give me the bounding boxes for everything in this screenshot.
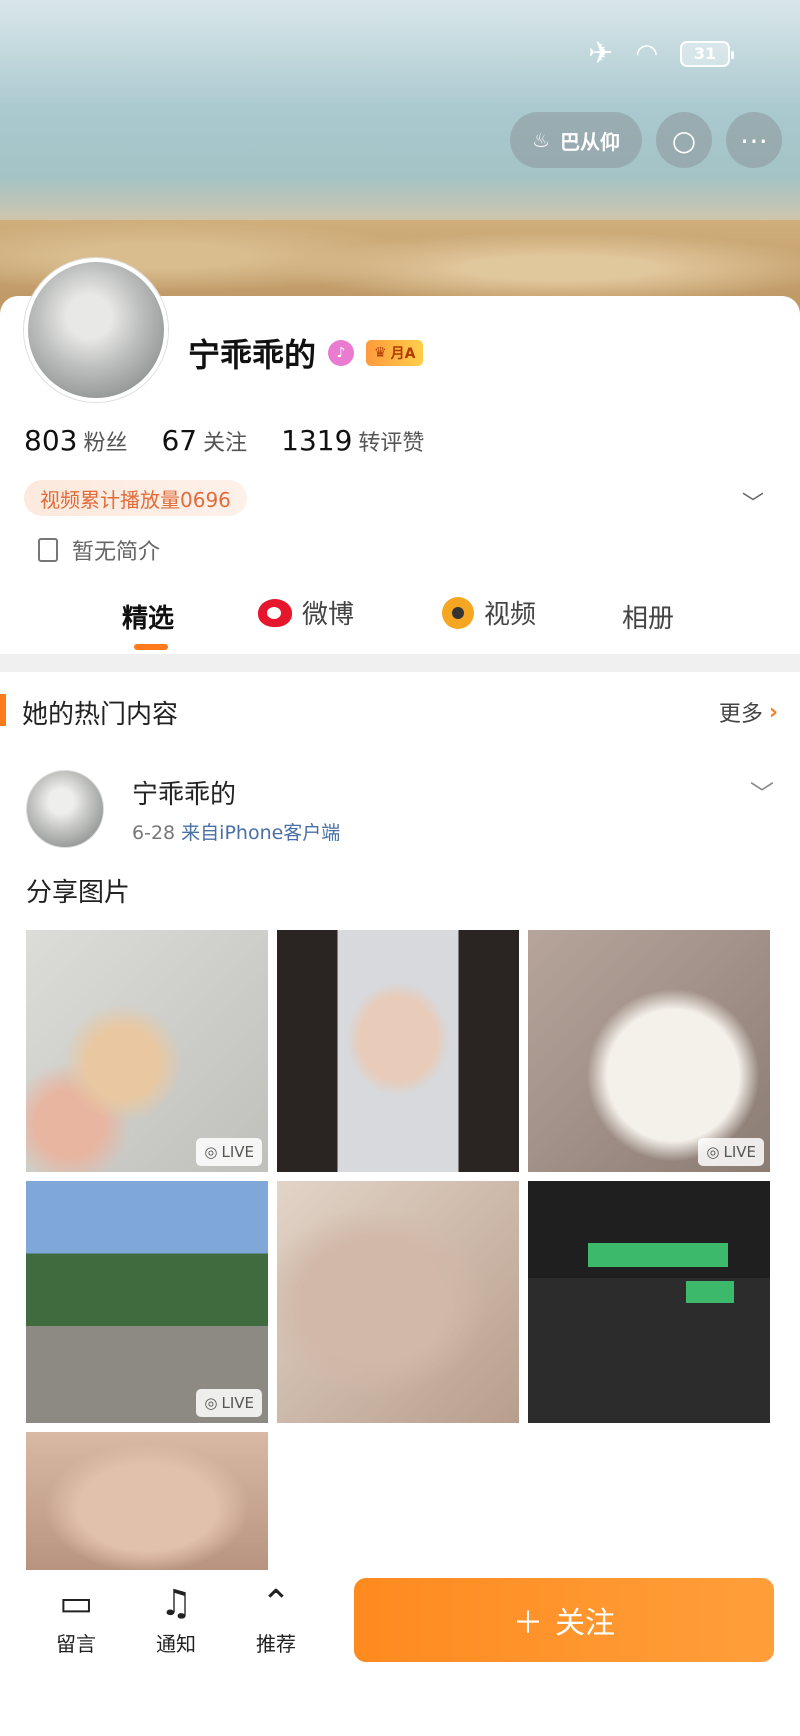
recommend-button[interactable]: ⌃ 推荐: [236, 1580, 316, 1657]
photo-thumbnail[interactable]: ◎ LIVE: [528, 930, 770, 1172]
profile-tabs: 精选 微博 视频 相册: [0, 588, 800, 654]
follow-button[interactable]: ＋ 关注: [354, 1578, 774, 1662]
post-date: 6-28: [132, 822, 176, 844]
live-badge: ◎ LIVE: [196, 1389, 262, 1417]
bell-icon: ♫: [159, 1583, 193, 1624]
bottom-item-label: 留言: [56, 1632, 96, 1656]
live-icon: ◎: [204, 1143, 218, 1161]
live-label: LIVE: [221, 1143, 254, 1161]
profile-stats: 803 粉丝 67 关注 1319 转评赞: [24, 424, 424, 457]
airplane-mode-icon: ✈: [588, 36, 614, 71]
profile-name-row: 宁乖乖的 ♪ ♛ 月A: [188, 330, 424, 376]
stat-label: 转评赞: [358, 431, 425, 456]
play-count-badge[interactable]: 视频累计播放量0696: [24, 480, 247, 516]
vip-icon[interactable]: ♪: [328, 340, 355, 366]
top-actions: ♨ 巴从仰 ○ ⋯: [510, 112, 782, 168]
chevron-down-icon[interactable]: ﹀: [750, 774, 774, 809]
level-badge-label: 月A: [390, 346, 416, 362]
photo-thumbnail[interactable]: [277, 1181, 519, 1423]
bottom-action-bar: ▭ 留言 ♫ 通知 ⌃ 推荐 ＋ 关注: [0, 1570, 800, 1736]
live-label: LIVE: [723, 1143, 756, 1161]
avatar[interactable]: [24, 258, 168, 402]
chevron-down-icon[interactable]: ﹀: [742, 486, 764, 518]
photo-thumbnail[interactable]: ◎ LIVE: [26, 1181, 268, 1423]
photo-thumbnail[interactable]: ◎ LIVE: [26, 930, 268, 1172]
message-button[interactable]: ▭ 留言: [36, 1580, 116, 1657]
ellipsis-icon: ⋯: [740, 123, 768, 157]
stat-number: 1319: [281, 424, 353, 457]
chevron-up-circle-icon: ⌃: [260, 1583, 292, 1624]
section-divider: [0, 654, 800, 672]
weibo-icon: [258, 598, 292, 627]
photo-thumbnail[interactable]: [26, 1432, 268, 1570]
bottom-item-label: 推荐: [256, 1632, 296, 1656]
tab-label: 微博: [302, 600, 355, 630]
live-icon: ◎: [706, 1143, 720, 1161]
level-badge[interactable]: ♛ 月A: [366, 340, 424, 366]
more-label: 更多: [718, 702, 763, 727]
speech-bubble-icon: ▭: [58, 1583, 93, 1624]
plus-icon: ＋: [513, 1606, 543, 1641]
stat-number: 803: [24, 424, 78, 457]
search-icon: ○: [671, 123, 697, 157]
hot-content-title: 她的热门内容: [22, 700, 179, 730]
follow-label: 关注: [555, 1606, 615, 1641]
stat-label: 关注: [203, 431, 248, 456]
search-button[interactable]: ○: [656, 112, 712, 168]
stat-label: 粉丝: [83, 431, 128, 456]
tab-active-indicator: [134, 644, 168, 650]
bio-text: 暂无简介: [72, 540, 161, 565]
live-badge: ◎ LIVE: [196, 1138, 262, 1166]
status-bar: ✈ ◠ 31: [588, 36, 734, 71]
live-badge: ◎ LIVE: [698, 1138, 764, 1166]
battery-indicator: 31: [680, 40, 734, 67]
hot-content-header: 她的热门内容 更多 ›: [0, 672, 800, 746]
notify-button[interactable]: ♫ 通知: [136, 1580, 216, 1657]
wifi-icon: ◠: [635, 38, 658, 69]
stat-number: 67: [161, 424, 198, 457]
flame-icon: ♨: [532, 128, 550, 152]
post-text: 分享图片: [26, 878, 131, 908]
bottom-item-label: 通知: [156, 1632, 196, 1656]
profile-name: 宁乖乖的: [188, 336, 317, 374]
more-link[interactable]: 更多 ›: [719, 696, 778, 728]
chat-bubble-shape: [686, 1281, 734, 1303]
live-label: LIVE: [221, 1394, 254, 1412]
tab-weibo[interactable]: 微博: [258, 594, 354, 631]
visitor-pill-label: 巴从仰: [560, 129, 620, 154]
stat-following[interactable]: 67 关注: [161, 424, 247, 457]
stat-fans[interactable]: 803 粉丝: [24, 424, 127, 457]
photo-thumbnail[interactable]: [277, 930, 519, 1172]
tab-label: 相册: [622, 604, 675, 634]
tab-video[interactable]: 视频: [442, 594, 536, 631]
document-icon: [38, 538, 58, 562]
post-meta: 6-28 来自iPhone客户端: [132, 818, 340, 845]
tab-label: 精选: [122, 604, 175, 634]
post-author-avatar[interactable]: [26, 770, 104, 848]
bio-row[interactable]: 暂无简介: [38, 534, 160, 566]
live-icon: ◎: [204, 1394, 218, 1412]
post-source: 来自iPhone客户端: [181, 822, 341, 844]
visitor-pill-button[interactable]: ♨ 巴从仰: [510, 112, 642, 168]
stat-likes[interactable]: 1319 转评赞: [281, 424, 424, 457]
video-icon: [442, 596, 474, 629]
post-author-name[interactable]: 宁乖乖的: [132, 774, 236, 811]
tab-featured[interactable]: 精选: [122, 598, 174, 635]
tab-label: 视频: [484, 600, 537, 630]
section-accent-bar: [0, 694, 6, 726]
more-options-button[interactable]: ⋯: [726, 112, 782, 168]
crown-icon: ♛: [374, 345, 387, 361]
chat-bubble-shape: [588, 1243, 728, 1267]
tab-album[interactable]: 相册: [622, 598, 674, 635]
chevron-right-icon: ›: [768, 699, 778, 725]
photo-thumbnail[interactable]: [528, 1181, 770, 1423]
